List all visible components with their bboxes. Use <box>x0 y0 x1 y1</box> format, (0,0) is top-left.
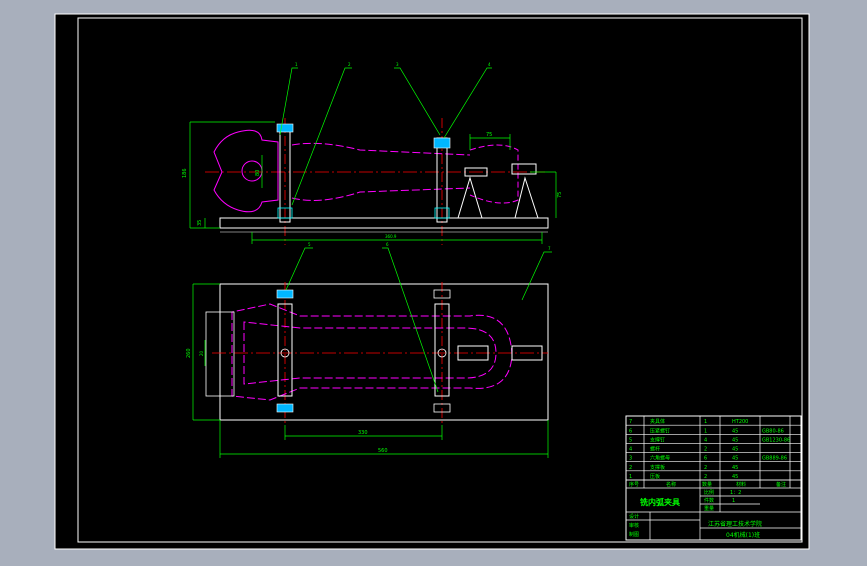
front-clamp-nut-1 <box>276 123 294 133</box>
dim-rest-width: 75 <box>486 132 492 138</box>
drawn-label: 制图 <box>629 531 639 538</box>
parts-cell-qty: 6 <box>704 456 707 462</box>
parts-cell-qty: 4 <box>704 437 707 443</box>
parts-cell-no: 1 <box>629 474 632 480</box>
count-value: 1 <box>732 498 735 504</box>
dim-height-overall: 186 <box>182 168 188 178</box>
checker-label: 审核 <box>629 522 639 529</box>
parts-cell-qty: 1 <box>704 428 707 434</box>
parts-cell-standard: GB889-86 <box>762 456 787 462</box>
dim-base-length: 560 <box>378 448 388 454</box>
parts-cell-name: 夹具体 <box>650 418 665 425</box>
dim-base-height: 35 <box>197 220 203 226</box>
cad-viewport[interactable]: 186 35 80 75 75 360.9 1 2 3 4 260 20 330… <box>0 0 867 562</box>
parts-cell-no: 3 <box>629 456 632 462</box>
weight-label: 重量 <box>704 505 714 512</box>
parts-cell-material: 45 <box>732 465 738 471</box>
drawing-number: 04机械(1)班 <box>726 531 760 539</box>
parts-cell-material: 45 <box>732 456 738 462</box>
top-clamp-nut-1b <box>276 403 294 413</box>
parts-cell-standard: GB80-86 <box>762 428 784 434</box>
dim-clamp-height: 80 <box>255 170 261 176</box>
parts-cell-no: 2 <box>629 465 632 471</box>
dim-slot: 20 <box>199 350 204 356</box>
parts-cell-qty: 2 <box>704 447 707 453</box>
front-clamp-nut-2 <box>433 137 451 149</box>
header-name: 名称 <box>666 481 676 488</box>
parts-cell-qty: 1 <box>704 419 707 425</box>
parts-cell-name: 支撑钉 <box>650 436 665 443</box>
dim-bolt-span: 330 <box>358 430 368 436</box>
school-name: 江苏省理工技术学院 <box>708 520 762 528</box>
parts-cell-qty: 2 <box>704 474 707 480</box>
header-material: 材料 <box>736 481 746 488</box>
parts-cell-name: 压板 <box>650 473 660 480</box>
parts-cell-material: 45 <box>732 437 738 443</box>
parts-cell-no: 4 <box>629 447 632 453</box>
scale-label: 比例 <box>704 489 714 496</box>
parts-cell-material: 45 <box>732 474 738 480</box>
scale-value: 1：2 <box>730 490 741 496</box>
parts-cell-no: 6 <box>629 428 632 434</box>
header-no: 序号 <box>629 481 639 488</box>
header-note: 备注 <box>776 481 786 488</box>
parts-cell-standard: GB1230-86 <box>762 437 790 443</box>
parts-cell-name: 压紧螺钉 <box>650 427 670 434</box>
parts-cell-material: 45 <box>732 447 738 453</box>
dim-depth-overall: 260 <box>186 348 192 358</box>
parts-cell-material: HT200 <box>732 419 748 425</box>
parts-cell-name: 支撑板 <box>650 464 665 471</box>
parts-cell-no: 7 <box>629 419 632 425</box>
count-label: 件数 <box>704 497 714 504</box>
parts-cell-qty: 2 <box>704 465 707 471</box>
drawing-sheet <box>54 13 810 550</box>
header-qty: 数量 <box>702 481 712 488</box>
dim-rest-height: 75 <box>557 192 563 198</box>
drawing-canvas[interactable]: 186 35 80 75 75 360.9 1 2 3 4 260 20 330… <box>0 0 867 562</box>
top-clamp-nut-1a <box>276 289 294 299</box>
parts-cell-no: 5 <box>629 437 632 443</box>
parts-cell-material: 45 <box>732 428 738 434</box>
drawing-title: 铣内弧夹具 <box>640 497 680 507</box>
parts-cell-name: 六角螺母 <box>650 455 670 462</box>
parts-cell-name: 螺杆 <box>650 446 660 453</box>
designer-label: 设计 <box>629 513 639 520</box>
dim-span: 360.9 <box>385 234 397 239</box>
